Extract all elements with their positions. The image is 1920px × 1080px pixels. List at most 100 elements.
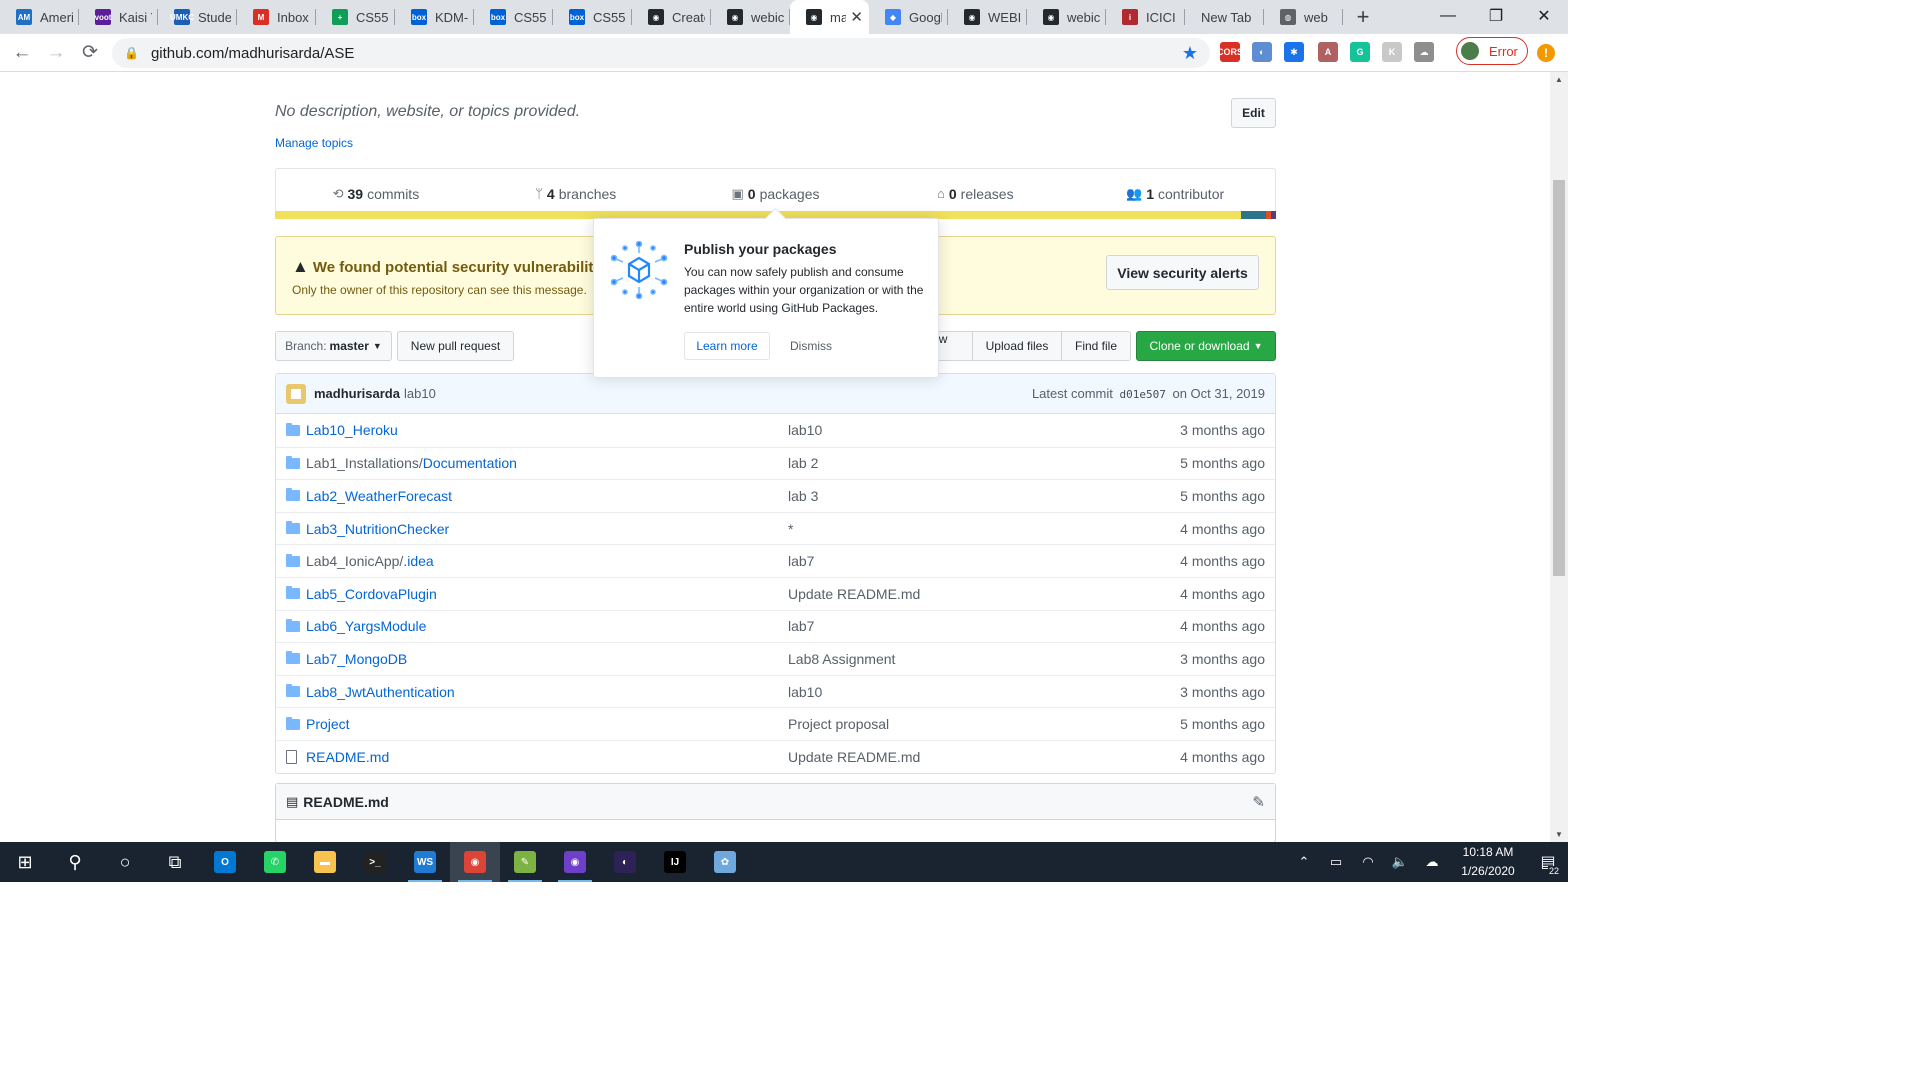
file-row[interactable]: Project Project proposal 5 months ago [276, 707, 1275, 740]
commit-message[interactable]: lab10 [404, 386, 436, 401]
file-row[interactable]: README.md Update README.md 4 months ago [276, 739, 1275, 773]
file-name[interactable]: Lab3_NutritionChecker [306, 521, 788, 537]
wifi-icon[interactable]: ◠ [1352, 854, 1384, 870]
commit-message[interactable]: Update README.md [788, 749, 1165, 765]
browser-tab[interactable]: i ICICI B [1106, 0, 1185, 34]
browser-tab[interactable]: UMKCStuden [158, 0, 237, 34]
browser-tab[interactable]: ◍ web [1264, 0, 1343, 34]
find-file-button[interactable]: Find file [1061, 331, 1131, 361]
browser-tab[interactable]: + CS556 [316, 0, 395, 34]
minimize-icon[interactable]: — [1424, 0, 1472, 32]
file-link[interactable]: Documentation [423, 455, 517, 471]
notepad-icon[interactable]: ✎ [500, 842, 550, 882]
webstorm-icon[interactable]: WS [400, 842, 450, 882]
commit-sha[interactable]: d01e507 [1120, 388, 1166, 401]
file-name[interactable]: Lab1_Installations/Documentation [306, 455, 788, 471]
paint-icon[interactable]: ✿ [700, 842, 750, 882]
pencil-icon[interactable]: ✎ [1252, 793, 1265, 811]
puzzle-extension-icon[interactable]: ✱ [1284, 42, 1304, 62]
scrollbar-thumb[interactable] [1553, 180, 1565, 576]
browser-tab[interactable]: New Tab [1185, 0, 1264, 34]
update-alert-icon[interactable]: ! [1537, 44, 1555, 62]
browser-tab[interactable]: ◉ ma ✕ [790, 0, 869, 34]
branch-select[interactable]: Branch: master ▼ [275, 331, 392, 361]
commit-message[interactable]: lab 2 [788, 455, 1165, 471]
browser-tab[interactable]: box KDM-F [395, 0, 474, 34]
browser-tab[interactable]: voot Kaisi Ye [79, 0, 158, 34]
clone-or-download-button[interactable]: Clone or download ▼ [1136, 331, 1276, 361]
browser-tab[interactable]: ◆ Google [869, 0, 948, 34]
author-avatar[interactable] [286, 383, 306, 404]
file-row[interactable]: Lab4_IonicApp/.idea lab7 4 months ago [276, 544, 1275, 577]
kv-extension-icon[interactable]: K [1382, 42, 1402, 62]
scroll-down-icon[interactable]: ▼ [1555, 830, 1563, 839]
battery-icon[interactable]: ▭ [1320, 854, 1352, 870]
volume-icon[interactable]: 🔈 [1384, 854, 1416, 870]
new-pull-request-button[interactable]: New pull request [397, 331, 514, 361]
file-row[interactable]: Lab10_Heroku lab10 3 months ago [276, 414, 1275, 447]
file-name[interactable]: README.md [306, 749, 788, 765]
page-scrollbar[interactable]: ▲ ▼ [1550, 72, 1568, 842]
github-desktop-icon[interactable]: ◉ [550, 842, 600, 882]
file-row[interactable]: Lab8_JwtAuthentication lab10 3 months ago [276, 674, 1275, 708]
start-icon[interactable]: ⊞ [0, 842, 50, 882]
file-explorer-icon[interactable]: ▬ [300, 842, 350, 882]
lock-icon[interactable]: 🔒 [124, 46, 139, 60]
commit-author[interactable]: madhurisarda [314, 386, 400, 401]
dismiss-button[interactable]: Dismiss [790, 339, 832, 353]
file-link[interactable]: Lab10_Heroku [306, 422, 398, 438]
file-link[interactable]: Lab5_CordovaPlugin [306, 586, 437, 602]
file-name[interactable]: Lab10_Heroku [306, 422, 788, 438]
search-icon[interactable]: ⚲ [50, 842, 100, 882]
language-segment[interactable] [1270, 211, 1276, 219]
intellij-icon[interactable]: IJ [650, 842, 700, 882]
learn-more-button[interactable]: Learn more [684, 332, 770, 360]
file-link[interactable]: Lab6_YargsModule [306, 618, 426, 634]
profile-button[interactable]: Error [1456, 37, 1528, 65]
file-name[interactable]: Project [306, 716, 788, 732]
outlook-icon[interactable]: O [200, 842, 250, 882]
action-center-icon[interactable]: ▤ 22 [1528, 842, 1568, 882]
file-row[interactable]: Lab1_Installations/Documentation lab 25 m… [276, 446, 1275, 480]
browser-tab[interactable]: ◉ WEBIC [948, 0, 1027, 34]
browser-tab[interactable]: box CS556 [474, 0, 553, 34]
cors-extension-icon[interactable]: CORS [1217, 42, 1243, 62]
commit-message[interactable]: Project proposal [788, 716, 1165, 732]
commit-message[interactable]: lab10 [788, 684, 1165, 700]
commit-message[interactable]: Lab8 Assignment [788, 651, 1165, 667]
task-view-icon[interactable]: ⧉ [150, 842, 200, 882]
shield-extension-icon[interactable]: ◐ [1252, 42, 1272, 62]
file-link[interactable]: Lab2_WeatherForecast [306, 488, 452, 504]
file-link[interactable]: Lab3_NutritionChecker [306, 521, 449, 537]
file-link[interactable]: .idea [403, 553, 433, 569]
acrobat-extension-icon[interactable]: A [1318, 42, 1338, 62]
file-name[interactable]: Lab5_CordovaPlugin [306, 586, 788, 602]
close-window-icon[interactable]: ✕ [1520, 0, 1568, 32]
file-name[interactable]: Lab2_WeatherForecast [306, 488, 788, 504]
file-row[interactable]: Lab3_NutritionChecker * 4 months ago [276, 511, 1275, 545]
close-tab-icon[interactable]: ✕ [850, 8, 863, 26]
file-row[interactable]: Lab5_CordovaPlugin Update README.md 4 mont… [276, 576, 1275, 610]
terminal-icon[interactable]: >_ [350, 842, 400, 882]
bookmark-star-icon[interactable]: ★ [1182, 43, 1198, 64]
new-tab-button[interactable]: + [1343, 0, 1383, 34]
commit-message[interactable]: lab7 [788, 618, 1165, 634]
browser-tab[interactable]: ◉ webicp [711, 0, 790, 34]
file-name[interactable]: Lab6_YargsModule [306, 618, 788, 634]
file-link[interactable]: Lab7_MongoDB [306, 651, 407, 667]
language-segment[interactable] [1240, 211, 1266, 219]
chrome-icon[interactable]: ◉ [450, 842, 500, 882]
view-security-alerts-button[interactable]: View security alerts [1106, 255, 1259, 290]
file-name[interactable]: Lab7_MongoDB [306, 651, 788, 667]
browser-tab[interactable]: AM Americ [0, 0, 79, 34]
browser-tab[interactable]: M Inbox ( [237, 0, 316, 34]
file-link[interactable]: Lab8_JwtAuthentication [306, 684, 455, 700]
commit-message[interactable]: lab10 [788, 422, 1165, 438]
edit-description-button[interactable]: Edit [1231, 98, 1276, 128]
back-icon[interactable]: ← [6, 37, 38, 69]
commit-message[interactable]: Update README.md [788, 586, 1165, 602]
chevron-up-icon[interactable]: ⌃ [1288, 854, 1320, 870]
system-clock[interactable]: 10:18 AM 1/26/2020 [1448, 843, 1528, 881]
cortana-icon[interactable]: ○ [100, 842, 150, 882]
file-row[interactable]: Lab7_MongoDB Lab8 Assignment 3 months ago [276, 642, 1275, 675]
